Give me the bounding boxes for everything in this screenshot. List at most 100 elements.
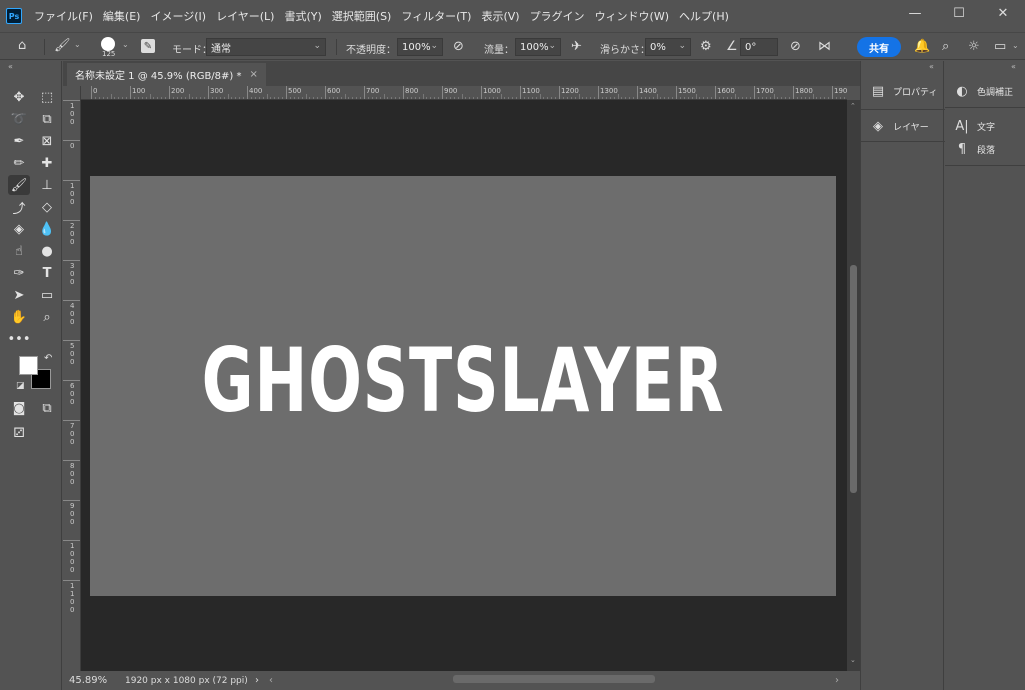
document-tab[interactable]: 名称未設定 1 @ 45.9% (RGB/8#) * × bbox=[67, 63, 266, 86]
eraser-tool-icon[interactable]: ◇ bbox=[36, 197, 58, 217]
lasso-tool-icon[interactable]: ➰ bbox=[8, 109, 30, 129]
angle-icon: ∠ bbox=[726, 39, 738, 54]
menu-item[interactable]: プラグイン bbox=[530, 8, 585, 24]
ruler-label: 8 0 0 bbox=[70, 462, 75, 486]
adjustments-icon: ◐ bbox=[956, 84, 968, 99]
tab-close-icon[interactable]: × bbox=[250, 69, 258, 80]
menu-item[interactable]: イメージ(I) bbox=[150, 8, 206, 24]
pressure-size-icon[interactable]: ⊘ bbox=[790, 39, 801, 54]
vertical-scrollbar[interactable]: ⌃ ⌄ bbox=[847, 100, 860, 671]
angle-field[interactable]: 0° bbox=[740, 38, 778, 56]
scroll-down-icon[interactable]: ⌄ bbox=[850, 656, 856, 664]
clone-stamp-tool-icon[interactable]: ⊥ bbox=[36, 175, 58, 195]
chevron-down-icon[interactable]: ⌄ bbox=[74, 40, 81, 49]
menu-item[interactable]: 表示(V) bbox=[481, 8, 519, 24]
horizontal-scroll-thumb[interactable] bbox=[453, 675, 655, 683]
menu-item[interactable]: レイヤー(L) bbox=[216, 8, 274, 24]
layers-panel-tab[interactable]: ◈ レイヤー bbox=[871, 119, 929, 134]
collapse-icon[interactable]: « bbox=[929, 62, 934, 71]
status-arrow-icon[interactable]: › bbox=[255, 675, 259, 686]
document-canvas[interactable]: GHOSTSLAYER bbox=[90, 176, 836, 596]
collapse-icon[interactable]: « bbox=[8, 62, 13, 71]
canvas-text-layer[interactable]: GHOSTSLAYER bbox=[202, 329, 725, 432]
hand-tool-icon[interactable]: ✋ bbox=[8, 307, 30, 327]
maximize-button[interactable]: ☐ bbox=[937, 0, 981, 26]
foreground-color-swatch[interactable] bbox=[19, 356, 38, 375]
airbrush-icon[interactable]: ✈ bbox=[571, 39, 582, 54]
pen-tool-icon[interactable]: ✒ bbox=[8, 131, 30, 151]
menu-item[interactable]: 書式(Y) bbox=[284, 8, 321, 24]
adjustments-panel-tab[interactable]: ◐ 色調補正 bbox=[955, 84, 1013, 99]
scroll-right-icon[interactable]: › bbox=[835, 675, 839, 686]
history-brush-tool-icon[interactable]: ⤴ bbox=[8, 197, 30, 217]
horizontal-ruler[interactable]: 0 100 200 300 400 500 600 700 800 900 1000 1100 1200… bbox=[81, 86, 847, 100]
menu-item[interactable]: ファイル(F) bbox=[34, 8, 93, 24]
dodge-tool-icon[interactable]: ● bbox=[36, 241, 58, 261]
brush-tool-icon[interactable]: 🖌 bbox=[8, 175, 30, 195]
minimize-button[interactable]: — bbox=[893, 0, 937, 26]
zoom-level[interactable]: 45.89% bbox=[69, 675, 107, 686]
vertical-scroll-thumb[interactable] bbox=[850, 265, 857, 493]
paint-bucket-tool-icon[interactable]: ◈ bbox=[8, 219, 30, 239]
move-tool-icon[interactable]: ✥ bbox=[8, 87, 30, 107]
brush-size-preview-icon[interactable] bbox=[101, 37, 115, 51]
swap-colors-icon[interactable]: ↶ bbox=[44, 353, 52, 364]
screen-mode-icon[interactable]: ⧉ bbox=[36, 398, 58, 418]
lightbulb-icon[interactable]: ☼ bbox=[968, 39, 980, 54]
scroll-left-icon[interactable]: ‹ bbox=[269, 675, 273, 686]
symmetry-butterfly-icon[interactable]: ⋈ bbox=[818, 39, 831, 54]
properties-panel-tab[interactable]: ▤ プロパティ bbox=[871, 84, 938, 99]
search-icon[interactable]: ⌕ bbox=[942, 39, 949, 54]
rectangle-tool-icon[interactable]: ▭ bbox=[36, 285, 58, 305]
home-icon[interactable]: ⌂ bbox=[18, 38, 26, 53]
workspace-icon[interactable]: ▭ bbox=[994, 39, 1006, 54]
chevron-down-icon[interactable]: ⌄ bbox=[1012, 41, 1019, 50]
character-panel-tab[interactable]: A| 文字 bbox=[955, 119, 995, 134]
brush-settings-icon[interactable]: ✎ bbox=[141, 39, 155, 53]
gear-icon[interactable]: ⚙ bbox=[700, 39, 712, 54]
chevron-down-icon: ⌄ bbox=[548, 41, 556, 51]
menu-item[interactable]: 選択範囲(S) bbox=[332, 8, 392, 24]
vertical-ruler[interactable]: 1 0 0 0 1 0 0 2 0 0 3 0 0 4 0 0 5 0 0 6 0 0 7 0 … bbox=[63, 86, 81, 671]
menu-item[interactable]: 編集(E) bbox=[103, 8, 141, 24]
chevron-down-icon[interactable]: ⌄ bbox=[122, 40, 129, 49]
edit-toolbar-icon[interactable]: ⚂ bbox=[8, 423, 30, 443]
ruler-tick bbox=[403, 86, 404, 99]
paragraph-panel-tab[interactable]: ¶ 段落 bbox=[955, 142, 995, 157]
type-tool-icon[interactable]: T bbox=[36, 263, 58, 283]
collapse-icon[interactable]: « bbox=[1011, 62, 1016, 71]
flow-field[interactable]: 100% ⌄ bbox=[515, 38, 561, 56]
blur-tool-icon[interactable]: 💧 bbox=[36, 219, 58, 239]
ruler-tick bbox=[169, 86, 170, 99]
ruler-label: 1300 bbox=[600, 87, 618, 95]
object-selection-tool-icon[interactable]: ⧉ bbox=[36, 109, 58, 129]
brush-tool-preset-icon[interactable]: 🖌 bbox=[54, 38, 71, 53]
scroll-up-icon[interactable]: ⌃ bbox=[850, 102, 856, 110]
pen-path-tool-icon[interactable]: ✑ bbox=[8, 263, 30, 283]
zoom-tool-icon[interactable]: ⌕ bbox=[36, 307, 58, 327]
menu-item[interactable]: ヘルプ(H) bbox=[679, 8, 729, 24]
default-colors-icon[interactable]: ◪ bbox=[16, 381, 25, 391]
document-info[interactable]: 1920 px x 1080 px (72 ppi) bbox=[125, 676, 248, 686]
divider bbox=[861, 109, 945, 110]
more-tools-icon[interactable]: ••• bbox=[8, 329, 31, 349]
opacity-field[interactable]: 100% ⌄ bbox=[397, 38, 443, 56]
divider bbox=[336, 39, 337, 55]
smudge-tool-icon[interactable]: ☝ bbox=[8, 241, 30, 261]
menu-item[interactable]: フィルター(T) bbox=[401, 8, 471, 24]
quick-mask-icon[interactable]: ◙ bbox=[8, 398, 30, 418]
pasteboard[interactable]: GHOSTSLAYER bbox=[81, 100, 847, 671]
pressure-opacity-icon[interactable]: ⊘ bbox=[453, 39, 464, 54]
frame-tool-icon[interactable]: ⊠ bbox=[36, 131, 58, 151]
close-button[interactable]: ✕ bbox=[981, 0, 1025, 26]
marquee-tool-icon[interactable]: ⬚ bbox=[36, 87, 58, 107]
properties-label: プロパティ bbox=[893, 88, 938, 98]
healing-brush-tool-icon[interactable]: ✚ bbox=[36, 153, 58, 173]
share-button[interactable]: 共有 bbox=[857, 37, 901, 57]
mode-select[interactable]: 通常 ⌄ bbox=[206, 38, 326, 56]
smoothing-field[interactable]: 0% ⌄ bbox=[645, 38, 691, 56]
menu-item[interactable]: ウィンドウ(W) bbox=[595, 8, 669, 24]
path-selection-tool-icon[interactable]: ➤ bbox=[8, 285, 30, 305]
eyedropper-tool-icon[interactable]: ✏ bbox=[8, 153, 30, 173]
bell-icon[interactable]: 🔔 bbox=[914, 39, 930, 54]
